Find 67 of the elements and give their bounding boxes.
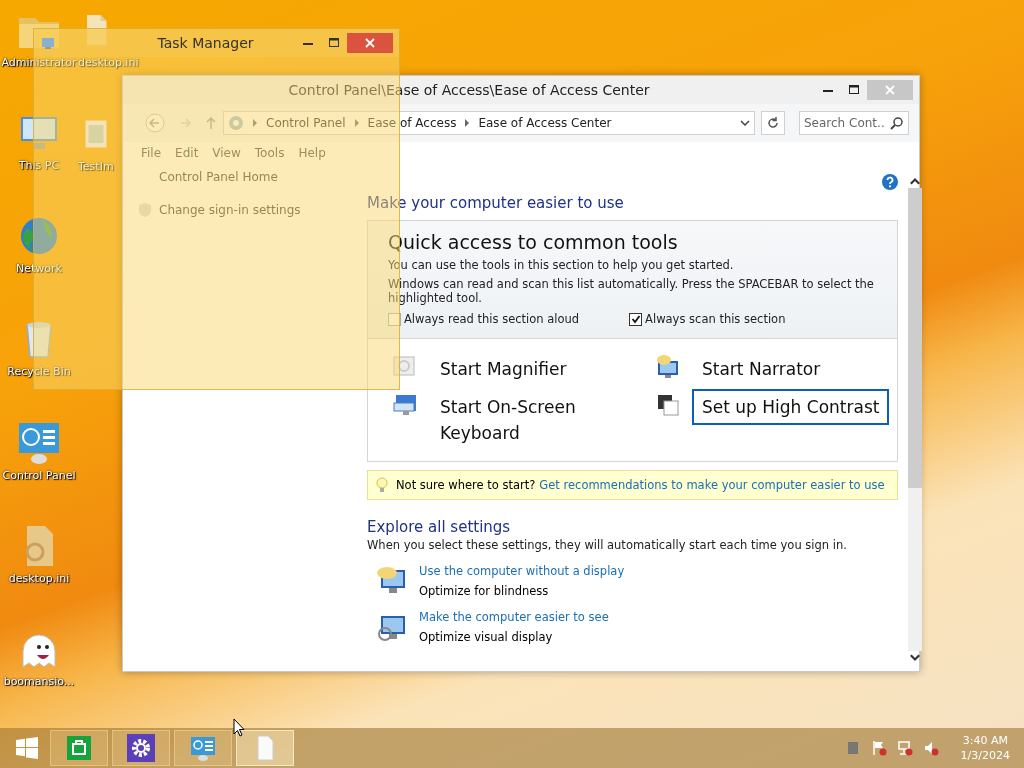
setting-description: Optimize for blindness <box>419 584 550 598</box>
description-text: You can use the tools in this section to help you get started. <box>388 258 735 272</box>
chevron-icon <box>464 119 471 127</box>
lightbulb-icon <box>376 477 388 493</box>
control-panel-icon <box>189 734 217 762</box>
menu-item[interactable]: Edit <box>175 146 199 160</box>
description-text: When you select these settings, they will automatically start each time you sign in. <box>367 538 848 552</box>
window-title: Control Panel\Ease of Access\Ease of Access Center <box>287 82 651 98</box>
chevron-icon <box>252 119 258 127</box>
refresh-button[interactable] <box>761 111 785 135</box>
breadcrumb-item[interactable]: Ease of Access <box>367 116 457 130</box>
close-icon <box>364 37 376 49</box>
icon-label[interactable]: Recycle Bin <box>7 365 71 379</box>
icon-label[interactable]: This PC <box>18 159 60 173</box>
checkbox-label[interactable]: Always read this section aloud <box>404 312 580 326</box>
icon-label[interactable]: Network <box>16 262 62 276</box>
monitor-speech-icon[interactable] <box>654 353 680 379</box>
menu-item[interactable]: View <box>212 146 241 160</box>
address-bar[interactable]: Control Panel Ease of Access Ease of Access Center <box>223 111 755 135</box>
tool-link[interactable]: Start On-Screen Keyboard <box>430 389 620 451</box>
breadcrumb-item[interactable]: Control Panel <box>266 116 346 130</box>
close-icon <box>884 84 896 96</box>
control-panel-icon <box>228 115 244 131</box>
tool-link[interactable]: Start Magnifier <box>430 351 577 387</box>
breadcrumb-item[interactable]: Ease of Access Center <box>478 116 612 130</box>
refresh-icon <box>766 116 780 130</box>
mouse-cursor-icon <box>233 718 245 737</box>
flag-icon[interactable] <box>870 740 887 756</box>
store-icon <box>65 734 93 762</box>
setting-link[interactable]: Make the computer easier to see <box>419 610 609 624</box>
icon-label[interactable]: desktop.ini <box>8 571 70 585</box>
menu-item[interactable]: Help <box>298 146 326 160</box>
menu-item[interactable]: Tools <box>254 146 285 160</box>
sidebar-link[interactable]: Control Panel Home <box>159 170 278 184</box>
section-heading: Make your computer easier to use <box>367 194 625 212</box>
speaker-icon[interactable] <box>922 740 939 756</box>
tool-link[interactable]: Set up High Contrast <box>692 389 890 425</box>
window-title: Task Manager <box>156 35 255 51</box>
search-field[interactable]: Search Cont... <box>799 111 909 135</box>
section-heading: Explore all settings <box>367 518 512 536</box>
chevron-icon <box>353 119 360 127</box>
taskbar-app-button[interactable] <box>112 730 170 766</box>
icon-label[interactable]: boomansio... <box>3 674 75 688</box>
search-icon[interactable] <box>890 116 904 130</box>
menu-item[interactable]: File <box>141 146 162 160</box>
checkbox[interactable] <box>388 312 401 326</box>
clock-date[interactable]: 1/3/2024 <box>960 748 1010 763</box>
sidebar-link[interactable]: Change sign-in settings <box>159 203 301 217</box>
task-manager-icon <box>40 35 56 51</box>
tool-link[interactable]: Start Narrator <box>692 351 831 387</box>
windows-logo-icon <box>15 736 39 760</box>
caret-icon[interactable] <box>740 120 750 126</box>
maximize-icon <box>848 84 860 96</box>
gear-icon <box>127 734 155 762</box>
help-icon[interactable] <box>882 174 899 190</box>
checkbox[interactable] <box>629 312 643 326</box>
maximize-icon <box>328 37 340 49</box>
icon-label[interactable]: Control Panel <box>2 468 76 482</box>
checkbox-label[interactable]: Always scan this section <box>645 312 786 326</box>
tip-text: Not sure where to start? <box>396 478 536 492</box>
taskbar-app-button[interactable] <box>174 730 232 766</box>
taskbar-app-button[interactable] <box>50 730 108 766</box>
clock-time[interactable]: 3:40 AM <box>962 733 1008 748</box>
setting-link[interactable]: Use the computer without a display <box>419 564 625 578</box>
recommendations-link[interactable]: Get recommendations to make your computer easier to use <box>539 478 885 492</box>
setting-description: Optimize visual display <box>419 630 554 644</box>
network-icon[interactable] <box>896 740 913 756</box>
